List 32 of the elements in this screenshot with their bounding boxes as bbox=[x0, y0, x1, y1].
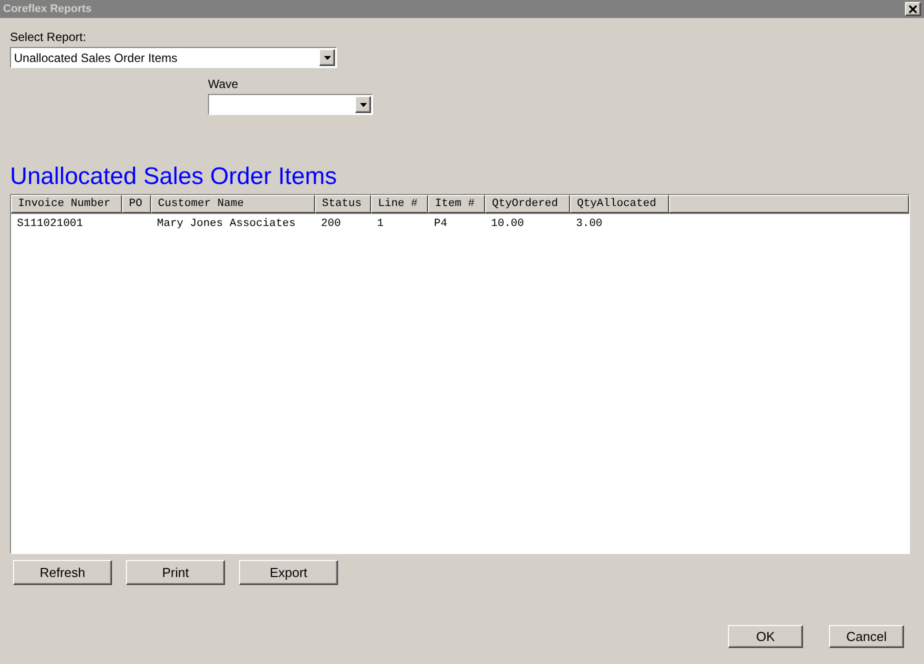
table-cell: 10.00 bbox=[491, 218, 524, 230]
table-cell: 1 bbox=[377, 218, 384, 230]
action-button[interactable]: Export bbox=[239, 560, 338, 585]
column-header[interactable]: Item # bbox=[428, 195, 485, 213]
caret-icon bbox=[324, 56, 330, 60]
table-cell: P4 bbox=[434, 218, 448, 230]
column-header[interactable]: PO bbox=[122, 195, 151, 213]
field-label: Wave bbox=[208, 77, 240, 91]
table-cell: S111021001 bbox=[17, 218, 84, 230]
wave-dropdown[interactable] bbox=[208, 94, 373, 115]
dropdown-arrow-button[interactable] bbox=[319, 49, 335, 66]
close-button[interactable]: ✕ bbox=[905, 2, 921, 16]
table-cell: 200 bbox=[321, 218, 341, 230]
report-heading: Unallocated Sales Order Items bbox=[10, 163, 338, 191]
column-header[interactable]: Status bbox=[315, 195, 371, 213]
table-cell: Mary Jones Associates bbox=[157, 218, 296, 230]
column-header[interactable]: QtyOrdered bbox=[485, 195, 570, 213]
caret-icon bbox=[360, 102, 366, 106]
action-button[interactable]: Refresh bbox=[13, 560, 112, 585]
table-cell: 3.00 bbox=[576, 218, 602, 230]
field-label: Select Report: bbox=[10, 30, 88, 44]
window-title: Coreflex Reports bbox=[3, 2, 92, 17]
column-header[interactable]: Line # bbox=[371, 195, 428, 213]
dialog-button[interactable]: OK bbox=[728, 625, 803, 648]
action-button[interactable]: Print bbox=[126, 560, 225, 585]
dropdown-arrow-button[interactable] bbox=[355, 96, 371, 113]
column-header[interactable]: Invoice Number bbox=[11, 195, 122, 213]
column-header[interactable]: Customer Name bbox=[151, 195, 315, 213]
dropdown-value: Unallocated Sales Order Items bbox=[14, 50, 178, 66]
dialog-button[interactable]: Cancel bbox=[829, 625, 904, 648]
report-dropdown[interactable]: Unallocated Sales Order Items bbox=[10, 47, 337, 68]
column-header[interactable]: QtyAllocated bbox=[570, 195, 669, 213]
